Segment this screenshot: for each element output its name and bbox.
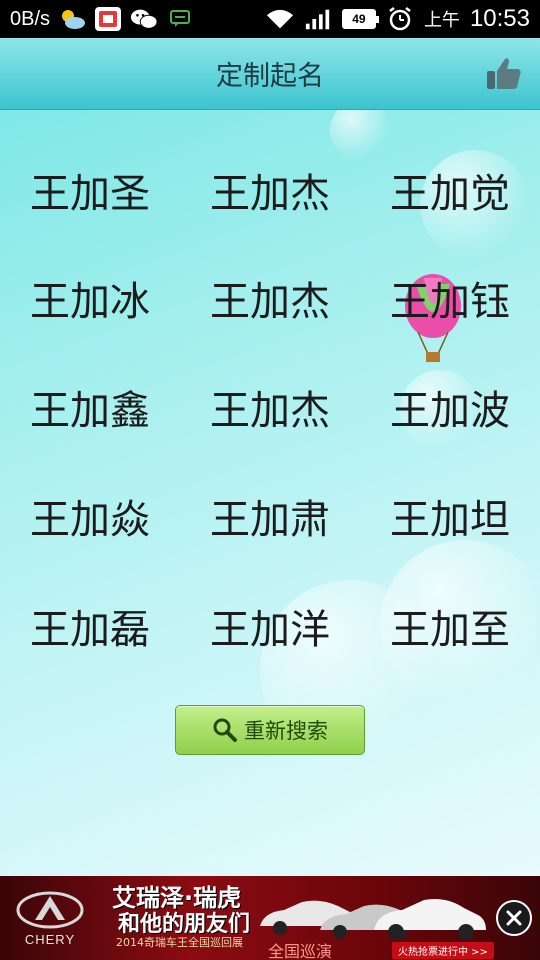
wifi-icon	[266, 6, 294, 32]
status-left: 0B/s	[10, 6, 194, 32]
name-option[interactable]: 王加冰	[0, 268, 180, 328]
ad-cars-image	[260, 899, 486, 940]
name-option[interactable]: 王加杰	[180, 268, 360, 328]
search-again-label: 重新搜索	[244, 719, 328, 743]
thumbs-up-icon	[487, 58, 521, 89]
name-option[interactable]: 王加洋	[180, 596, 360, 656]
name-option[interactable]: 王加至	[360, 596, 540, 656]
status-bar: 0B/s 49 上午 10:53	[0, 0, 540, 38]
ad-close-button[interactable]	[496, 900, 532, 936]
name-option[interactable]: 王加坦	[360, 486, 540, 546]
clock: 10:53	[469, 5, 530, 32]
like-button[interactable]	[484, 54, 524, 94]
name-text: 王加鑫	[30, 388, 150, 434]
am-pm-label: 上午	[423, 10, 460, 30]
name-text: 王加波	[390, 388, 510, 434]
decorative-bubble	[330, 110, 390, 160]
app-header: 定制起名	[0, 38, 540, 110]
name-option[interactable]: 王加觉	[360, 160, 540, 220]
name-text: 王加杰	[210, 388, 330, 434]
name-option[interactable]: 王加焱	[0, 486, 180, 546]
close-icon	[506, 910, 522, 926]
ad-subline: 2014奇瑞车王全国巡回展	[116, 936, 243, 949]
name-option[interactable]: 王加钰	[360, 268, 540, 328]
name-text: 王加洋	[210, 607, 330, 653]
wechat-icon	[130, 6, 158, 32]
search-icon	[213, 718, 237, 742]
name-option[interactable]: 王加圣	[0, 160, 180, 220]
name-option[interactable]: 王加磊	[0, 596, 180, 656]
ad-banner[interactable]: CHERY 艾瑞泽·瑞虎 和他的朋友们 2014奇瑞车王全国巡回展 全国巡演 火…	[0, 876, 540, 960]
ad-logo-text: CHERY	[24, 931, 76, 947]
name-option[interactable]: 王加波	[360, 377, 540, 437]
name-text: 王加觉	[390, 171, 510, 217]
battery-indicator: 49	[341, 9, 379, 29]
name-text: 王加圣	[30, 171, 150, 217]
name-text: 王加焱	[30, 497, 150, 543]
main-content: 王加圣 王加杰 王加觉 王加冰 王加杰 王加钰 王加鑫 王加杰 王加波 王加焱 …	[0, 110, 540, 876]
alarm-clock-icon	[386, 6, 414, 32]
message-icon	[166, 6, 194, 32]
network-speed: 0B/s	[10, 7, 51, 30]
app-notification-icon	[94, 6, 122, 32]
name-text: 王加钰	[390, 279, 510, 325]
name-text: 王加杰	[210, 171, 330, 217]
search-again-button[interactable]: 重新搜索	[175, 705, 365, 755]
page-title: 定制起名	[216, 61, 324, 92]
name-option[interactable]: 王加杰	[180, 377, 360, 437]
ad-tour-text: 全国巡演	[268, 942, 333, 960]
name-option[interactable]: 王加肃	[180, 486, 360, 546]
signal-icon	[304, 6, 332, 32]
status-right: 49 上午 10:53	[266, 5, 530, 33]
name-text: 王加坦	[390, 497, 510, 543]
chery-logo: CHERY	[10, 882, 90, 954]
name-text: 王加杰	[210, 279, 330, 325]
name-option[interactable]: 王加杰	[180, 160, 360, 220]
name-text: 王加至	[390, 607, 510, 653]
ad-cta: 火热抢票进行中 >>	[392, 942, 494, 959]
name-text: 王加磊	[30, 607, 150, 653]
weather-icon	[58, 6, 86, 32]
name-text: 王加冰	[30, 279, 150, 325]
name-text: 王加肃	[210, 497, 330, 543]
name-option[interactable]: 王加鑫	[0, 377, 180, 437]
